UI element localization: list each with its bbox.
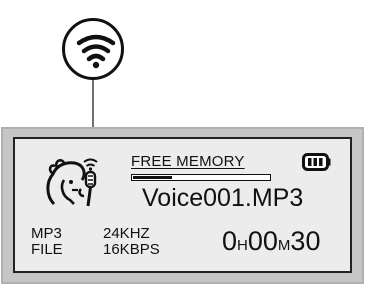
battery-icon	[302, 153, 331, 171]
voice-recording-icon	[46, 158, 98, 207]
callout-magnifier	[62, 18, 124, 80]
file-type: MP3 FILE	[31, 226, 63, 258]
file-type-line-2: FILE	[31, 241, 63, 258]
bitrate: 16KBPS	[103, 241, 160, 258]
time-hours: 0	[222, 226, 238, 256]
time-seconds: 30	[290, 226, 321, 256]
sample-rate: 24KHZ	[103, 225, 150, 242]
free-memory-label: FREE MEMORY	[131, 153, 245, 170]
file-type-line-1: MP3	[31, 225, 62, 242]
bitrate-info: 24KHZ 16KBPS	[103, 226, 160, 258]
elapsed-time: 0H00M30	[222, 226, 320, 257]
wifi-signal-icon	[76, 34, 116, 69]
track-filename: Voice001.MP3	[142, 184, 304, 212]
time-hours-unit: H	[237, 237, 248, 254]
memory-bar-fill	[133, 176, 172, 179]
memory-bar	[131, 174, 271, 181]
time-minutes-unit: M	[277, 237, 291, 254]
time-minutes: 00	[247, 226, 278, 256]
